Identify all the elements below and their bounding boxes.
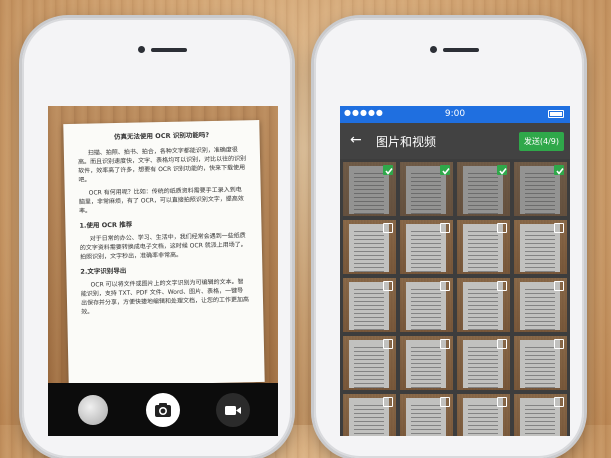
photo-thumbnail[interactable] xyxy=(457,278,510,332)
status-time: 9:00 xyxy=(444,109,466,119)
photo-thumbnail[interactable] xyxy=(343,278,396,332)
photo-thumbnail[interactable] xyxy=(457,220,510,274)
checked-checkbox[interactable] xyxy=(497,165,507,175)
photo-thumbnail[interactable] xyxy=(514,394,567,436)
photo-thumbnail[interactable] xyxy=(457,394,510,436)
photo-grid xyxy=(343,162,569,436)
left-phone: 仿真无法使用 OCR 识别功能吗? 扫描、拍照、拍书、拍合，各种文字都能识别，准… xyxy=(22,18,292,458)
photo-thumbnail[interactable] xyxy=(514,278,567,332)
photo-thumbnail[interactable] xyxy=(343,394,396,436)
photo-thumbnail[interactable] xyxy=(400,220,453,274)
photo-thumbnail[interactable] xyxy=(400,162,453,216)
unchecked-checkbox[interactable] xyxy=(554,281,564,291)
unchecked-checkbox[interactable] xyxy=(554,397,564,407)
checked-checkbox[interactable] xyxy=(554,165,564,175)
checkmark-icon xyxy=(556,168,564,175)
unchecked-checkbox[interactable] xyxy=(440,281,450,291)
camera-icon xyxy=(155,403,171,417)
status-bar: ●●●●● 9:00 xyxy=(340,106,570,123)
earpiece-speaker xyxy=(443,48,479,52)
unchecked-checkbox[interactable] xyxy=(497,339,507,349)
document-section-title: 1.使用 OCR 推荐 xyxy=(79,220,133,230)
unchecked-checkbox[interactable] xyxy=(383,281,393,291)
unchecked-checkbox[interactable] xyxy=(383,397,393,407)
photo-thumbnail[interactable] xyxy=(400,278,453,332)
document-paragraph: 扫描、拍照、拍书、拍合，各种文字都能识别，准确度很高。而且识别速度快，文字、表格… xyxy=(78,146,247,184)
checkmark-icon xyxy=(385,168,393,175)
photo-thumbnail[interactable] xyxy=(400,394,453,436)
video-mode-button[interactable] xyxy=(216,393,250,427)
photo-thumbnail[interactable] xyxy=(343,336,396,390)
document-section-title: 2.文字识别导出 xyxy=(80,266,127,276)
back-arrow-icon[interactable]: ← xyxy=(350,133,362,147)
camera-viewfinder[interactable]: 仿真无法使用 OCR 识别功能吗? 扫描、拍照、拍书、拍合，各种文字都能识别，准… xyxy=(48,106,278,387)
right-phone: ●●●●● 9:00 ← 图片和视频 发送(4/9) xyxy=(314,18,584,458)
document-paragraph: OCR 可以将文件或图片上的文字识别为可编辑的文本。智能识别，支持 TXT、PD… xyxy=(80,278,250,316)
document-paragraph: 对于日常的办公、学习、生活中，我们经常会遇到一些纸质的文字资料需要转换成电子文档… xyxy=(79,232,247,261)
photo-thumbnail[interactable] xyxy=(514,336,567,390)
video-camera-icon xyxy=(225,406,241,415)
battery-icon xyxy=(548,110,564,118)
unchecked-checkbox[interactable] xyxy=(383,339,393,349)
document-paper: 仿真无法使用 OCR 识别功能吗? 扫描、拍照、拍书、拍合，各种文字都能识别，准… xyxy=(63,119,265,387)
front-camera xyxy=(430,46,437,53)
gallery-screen: ●●●●● 9:00 ← 图片和视频 发送(4/9) xyxy=(340,106,570,436)
camera-screen: 仿真无法使用 OCR 识别功能吗? 扫描、拍照、拍书、拍合，各种文字都能识别，准… xyxy=(48,106,278,436)
unchecked-checkbox[interactable] xyxy=(440,339,450,349)
photo-thumbnail[interactable] xyxy=(514,162,567,216)
photo-thumbnail[interactable] xyxy=(457,336,510,390)
photo-thumbnail[interactable] xyxy=(457,162,510,216)
camera-control-bar xyxy=(48,383,278,436)
unchecked-checkbox[interactable] xyxy=(497,281,507,291)
front-camera xyxy=(138,46,145,53)
earpiece-speaker xyxy=(151,48,187,52)
photo-thumbnail[interactable] xyxy=(400,336,453,390)
photo-thumbnail[interactable] xyxy=(343,162,396,216)
gallery-thumbnail-button[interactable] xyxy=(78,395,108,425)
document-paragraph: OCR 有何用呢？比如：传统的纸质资料需要手工录入到电脑里，非常麻烦，有了 OC… xyxy=(78,186,244,215)
unchecked-checkbox[interactable] xyxy=(383,223,393,233)
page-title: 图片和视频 xyxy=(376,135,437,149)
photo-thumbnail[interactable] xyxy=(514,220,567,274)
unchecked-checkbox[interactable] xyxy=(497,223,507,233)
document-title: 仿真无法使用 OCR 识别功能吗? xyxy=(113,131,210,142)
unchecked-checkbox[interactable] xyxy=(554,223,564,233)
app-bar: ← 图片和视频 发送(4/9) xyxy=(340,123,570,159)
unchecked-checkbox[interactable] xyxy=(440,223,450,233)
checkmark-icon xyxy=(442,168,450,175)
shutter-button[interactable] xyxy=(146,393,180,427)
unchecked-checkbox[interactable] xyxy=(554,339,564,349)
unchecked-checkbox[interactable] xyxy=(440,397,450,407)
checked-checkbox[interactable] xyxy=(383,165,393,175)
photo-thumbnail[interactable] xyxy=(343,220,396,274)
checkmark-icon xyxy=(499,168,507,175)
checked-checkbox[interactable] xyxy=(440,165,450,175)
send-button[interactable]: 发送(4/9) xyxy=(518,132,564,151)
unchecked-checkbox[interactable] xyxy=(497,397,507,407)
